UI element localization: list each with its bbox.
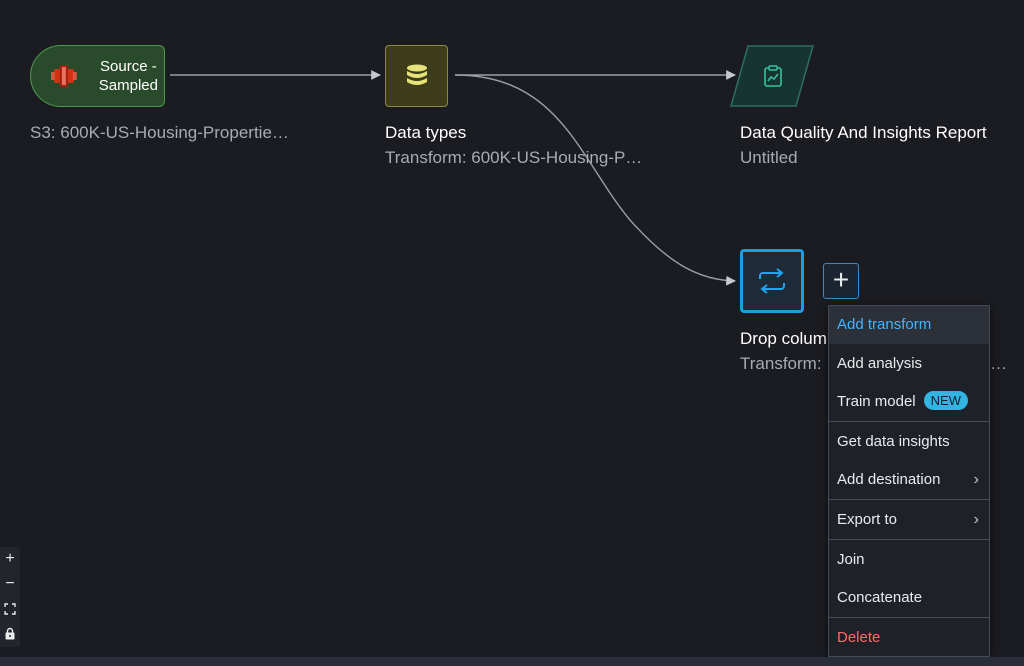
zoom-out-button[interactable]: − xyxy=(0,572,20,596)
menu-item-add-destination[interactable]: Add destination › xyxy=(829,461,989,499)
add-step-menu: Add transform Add analysis Train model NE… xyxy=(828,305,990,657)
report-node-title: Data Quality And Insights Report xyxy=(740,123,987,142)
drop-column-node-title: Drop colum xyxy=(740,329,827,348)
fit-view-button[interactable] xyxy=(0,597,20,621)
chevron-right-icon: › xyxy=(973,511,979,528)
data-types-node[interactable] xyxy=(385,45,448,107)
menu-separator xyxy=(829,617,989,618)
menu-separator xyxy=(829,539,989,540)
source-node-caption: S3: 600K-US-Housing-Propertie… xyxy=(30,123,289,142)
menu-item-concatenate[interactable]: Concatenate xyxy=(829,579,989,617)
report-node[interactable] xyxy=(730,45,814,107)
menu-item-add-destination-label: Add destination xyxy=(837,471,941,488)
data-types-node-caption: Transform: 600K-US-Housing-P… xyxy=(385,148,643,167)
report-clipboard-icon xyxy=(764,65,782,87)
zoom-controls: + − xyxy=(0,547,20,647)
zoom-in-button[interactable]: + xyxy=(0,547,20,571)
drop-column-node-caption: Transform: xyxy=(740,354,822,373)
menu-separator xyxy=(829,421,989,422)
lock-icon xyxy=(5,627,15,640)
source-node-title: Source - Sampled xyxy=(98,58,158,94)
bottom-bar xyxy=(0,657,1024,666)
drop-column-node[interactable] xyxy=(740,249,804,313)
menu-item-export-to[interactable]: Export to › xyxy=(829,501,989,539)
edge-datatypes-to-drop xyxy=(454,74,736,286)
drop-column-node-caption-ellipsis: … xyxy=(990,354,1007,373)
menu-item-join[interactable]: Join xyxy=(829,541,989,579)
menu-separator xyxy=(829,499,989,500)
report-node-caption: Untitled xyxy=(740,148,798,167)
add-step-button[interactable]: + xyxy=(823,263,859,299)
menu-item-get-data-insights[interactable]: Get data insights xyxy=(829,423,989,461)
new-badge: NEW xyxy=(923,391,968,410)
s3-bucket-icon xyxy=(51,65,77,87)
menu-item-delete[interactable]: Delete xyxy=(829,619,989,657)
transform-arrows-icon xyxy=(759,268,785,294)
source-node[interactable]: Source - Sampled xyxy=(30,45,165,107)
chevron-right-icon: › xyxy=(973,471,979,488)
menu-item-add-analysis[interactable]: Add analysis xyxy=(829,345,989,383)
database-icon xyxy=(406,64,427,85)
lock-button[interactable] xyxy=(0,622,20,646)
data-types-node-title: Data types xyxy=(385,123,467,142)
menu-item-export-to-label: Export to xyxy=(837,511,898,528)
menu-item-train-model[interactable]: Train model NEW xyxy=(829,383,989,421)
menu-item-add-transform[interactable]: Add transform xyxy=(829,306,989,344)
menu-item-train-model-label: Train model xyxy=(837,393,916,410)
fit-view-icon xyxy=(4,603,16,615)
